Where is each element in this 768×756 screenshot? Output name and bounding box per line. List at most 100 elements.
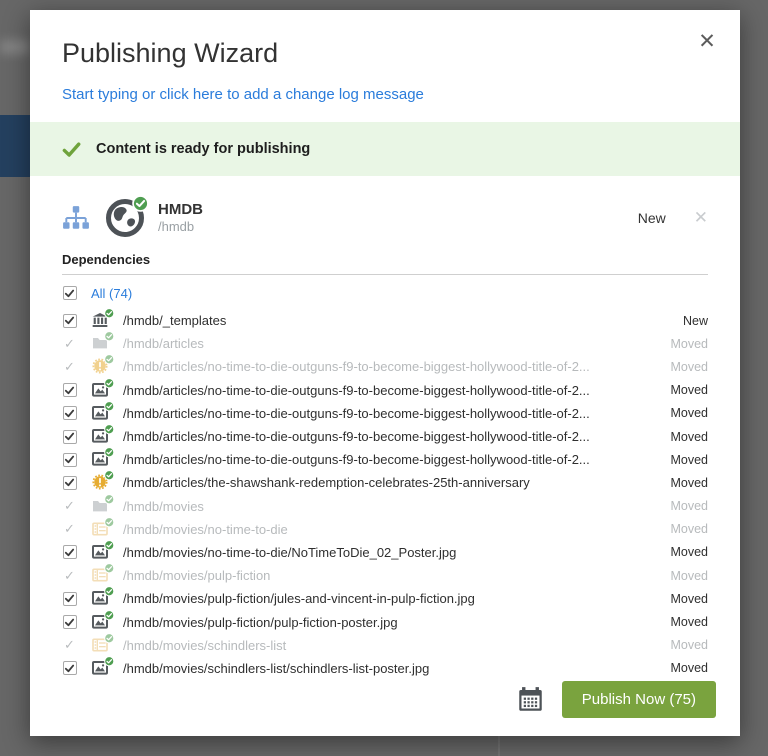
check-badge-icon	[104, 656, 115, 667]
dependency-row: /hmdb/articles/no-time-to-die-outguns-f9…	[62, 379, 708, 402]
dialog-footer: Publish Now (75)	[516, 681, 716, 718]
dependency-status: Moved	[670, 359, 708, 374]
check-badge-icon	[104, 470, 115, 481]
film-icon	[91, 521, 110, 538]
dependency-row: ✓ /hmdb/movies/schindlers-list Moved	[62, 634, 708, 657]
dependency-status: Moved	[670, 383, 708, 398]
schedule-button[interactable]	[516, 685, 546, 715]
site-thumbnail	[105, 198, 145, 238]
item-status-badge: New	[637, 210, 666, 226]
publish-item-row: HMDB /hmdb New ✕	[30, 198, 740, 238]
dependency-row: ✓ /hmdb/articles/no-time-to-die-outguns-…	[62, 355, 708, 378]
select-all-checkbox[interactable]	[62, 286, 77, 300]
calendar-icon	[517, 686, 544, 713]
folder-icon	[91, 498, 110, 515]
dependency-path: /hmdb/articles	[123, 336, 204, 352]
dependency-path: /hmdb/movies/pulp-fiction/pulp-fiction-p…	[123, 614, 398, 630]
row-checkbox[interactable]	[62, 475, 77, 490]
check-badge-icon	[104, 378, 115, 389]
image-icon	[91, 590, 110, 607]
component-icon	[91, 358, 110, 375]
locked-check-icon: ✓	[64, 521, 75, 537]
dependency-status: Moved	[670, 429, 708, 444]
changelog-message-link[interactable]: Start typing or click here to add a chan…	[62, 86, 424, 103]
dependency-status: Moved	[670, 545, 708, 560]
row-checkbox[interactable]	[62, 313, 77, 328]
dependency-path: /hmdb/movies/pulp-fiction/jules-and-vinc…	[123, 591, 475, 607]
check-badge-icon	[104, 308, 115, 319]
background-navy-bar	[0, 115, 30, 177]
dependency-row: /hmdb/movies/no-time-to-die/NoTimeToDie_…	[62, 541, 708, 564]
status-banner: Content is ready for publishing	[30, 122, 740, 176]
dependency-path: /hmdb/articles/no-time-to-die-outguns-f9…	[123, 405, 590, 421]
dependency-status: Moved	[670, 661, 708, 676]
dependency-path: /hmdb/movies/schindlers-list/schindlers-…	[123, 660, 430, 676]
dependency-row: ✓ /hmdb/movies/no-time-to-die Moved	[62, 518, 708, 541]
locked-check-icon: ✓	[64, 335, 75, 351]
check-badge-icon	[104, 540, 115, 551]
checkmark-icon	[64, 617, 75, 628]
dependency-path: /hmdb/movies/pulp-fiction	[123, 568, 271, 584]
dependency-path: /hmdb/movies	[123, 498, 204, 514]
dependency-row: /hmdb/movies/pulp-fiction/pulp-fiction-p…	[62, 610, 708, 633]
dependency-row: /hmdb/movies/schindlers-list/schindlers-…	[62, 657, 708, 680]
checkmark-icon	[64, 288, 75, 299]
dependency-row: ✓ /hmdb/movies/pulp-fiction Moved	[62, 564, 708, 587]
dependency-row: /hmdb/articles/no-time-to-die-outguns-f9…	[62, 448, 708, 471]
dependency-path: /hmdb/articles/no-time-to-die-outguns-f9…	[123, 452, 590, 468]
dependency-path: /hmdb/movies/schindlers-list	[123, 637, 287, 653]
locked-check-icon: ✓	[64, 567, 75, 583]
check-badge-icon	[104, 633, 115, 644]
checkmark-icon	[64, 408, 75, 419]
check-badge-icon	[132, 195, 149, 212]
dependency-status: New	[682, 313, 708, 328]
check-badge-icon	[104, 401, 115, 412]
dependency-row: /hmdb/articles/the-shawshank-redemption-…	[62, 471, 708, 494]
publishing-wizard-dialog: ✕ Publishing Wizard Start typing or clic…	[30, 10, 740, 736]
locked-check-icon: ✓	[64, 637, 75, 653]
image-icon	[91, 382, 110, 399]
checkmark-icon	[64, 477, 75, 488]
row-checkbox[interactable]	[62, 406, 77, 421]
dependency-path: /hmdb/movies/no-time-to-die	[123, 521, 288, 537]
dependency-row: /hmdb/movies/pulp-fiction/jules-and-vinc…	[62, 587, 708, 610]
row-checkbox[interactable]	[62, 661, 77, 676]
dependency-path: /hmdb/articles/the-shawshank-redemption-…	[123, 475, 530, 491]
dependency-row: /hmdb/_templates New	[62, 309, 708, 332]
row-checkbox[interactable]	[62, 452, 77, 467]
checkmark-icon	[64, 431, 75, 442]
image-icon	[91, 660, 110, 677]
checkmark-icon	[64, 593, 75, 604]
check-badge-icon	[104, 517, 115, 528]
locked-check-icon: ✓	[64, 358, 75, 374]
dependency-path: /hmdb/articles/no-time-to-die-outguns-f9…	[123, 382, 590, 398]
sitemap-icon	[62, 205, 90, 231]
check-badge-icon	[104, 447, 115, 458]
status-banner-text: Content is ready for publishing	[96, 141, 311, 157]
dependency-row: /hmdb/articles/no-time-to-die-outguns-f9…	[62, 425, 708, 448]
dependency-status: Moved	[670, 638, 708, 653]
check-badge-icon	[104, 563, 115, 574]
film-icon	[91, 637, 110, 654]
select-all-label[interactable]: All (74)	[91, 286, 132, 301]
film-icon	[91, 567, 110, 584]
close-icon[interactable]: ✕	[694, 28, 720, 54]
check-badge-icon	[104, 331, 115, 342]
dependency-list: /hmdb/_templates New ✓ /hmdb/articles Mo…	[62, 309, 708, 680]
remove-item-icon[interactable]: ✕	[694, 208, 708, 228]
row-checkbox[interactable]	[62, 545, 77, 560]
check-badge-icon	[104, 424, 115, 435]
publish-now-button[interactable]: Publish Now (75)	[561, 681, 716, 718]
dependency-row: /hmdb/articles/no-time-to-die-outguns-f9…	[62, 402, 708, 425]
dependency-status: Moved	[670, 406, 708, 421]
checkmark-icon	[64, 454, 75, 465]
row-checkbox[interactable]	[62, 615, 77, 630]
row-checkbox[interactable]	[62, 429, 77, 444]
checkmark-icon	[64, 547, 75, 558]
checkmark-icon	[64, 315, 75, 326]
background-blurred-text	[0, 40, 30, 54]
item-path: /hmdb	[158, 219, 195, 234]
row-checkbox[interactable]	[62, 383, 77, 398]
dependency-path: /hmdb/movies/no-time-to-die/NoTimeToDie_…	[123, 544, 457, 560]
row-checkbox[interactable]	[62, 591, 77, 606]
